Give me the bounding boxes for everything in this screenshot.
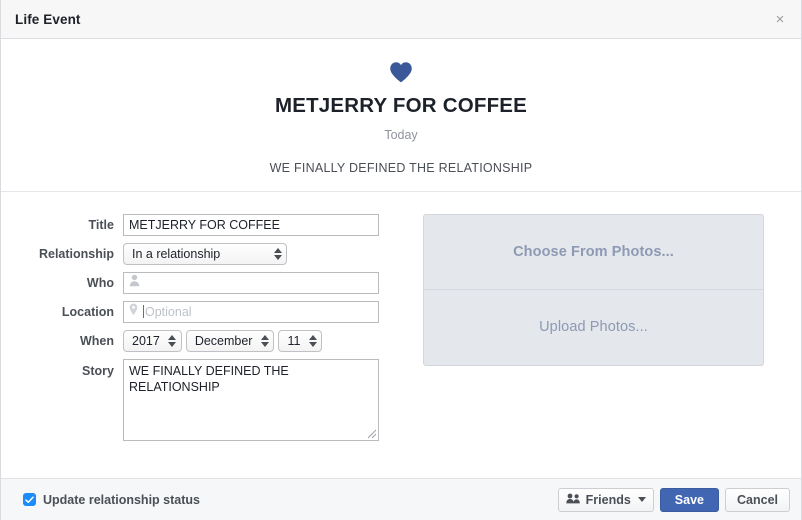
event-form: Title Relationship In a relationship Who xyxy=(23,213,405,478)
dialog-title: Life Event xyxy=(15,11,81,27)
cancel-button[interactable]: Cancel xyxy=(725,487,790,512)
text-cursor xyxy=(143,305,144,319)
dialog-body: Title Relationship In a relationship Who xyxy=(1,192,801,478)
audience-selector-button[interactable]: Friends xyxy=(557,487,654,512)
choose-from-photos-button[interactable]: Choose From Photos... xyxy=(424,215,763,291)
story-wrapper: WE FINALLY DEFINED THE RELATIONSHIP xyxy=(123,358,379,441)
story-label: Story xyxy=(82,363,114,378)
close-icon[interactable]: × xyxy=(769,8,791,30)
relationship-select[interactable]: In a relationship xyxy=(123,242,287,265)
title-label: Title xyxy=(88,217,114,232)
field-relationship: Relationship In a relationship xyxy=(23,242,405,265)
life-event-dialog: Life Event × METJERRY FOR COFFEE Today W… xyxy=(0,0,802,520)
heart-icon xyxy=(1,57,801,87)
when-day-value: 11 xyxy=(287,333,301,348)
field-story: Story WE FINALLY DEFINED THE RELATIONSHI… xyxy=(23,358,405,441)
field-when: When 2017 December 11 xyxy=(23,329,405,352)
checkbox-checked-icon xyxy=(23,493,36,506)
when-controls: 2017 December 11 xyxy=(123,329,323,352)
chevron-down-icon xyxy=(637,497,646,502)
person-icon xyxy=(129,274,140,292)
friends-icon xyxy=(565,493,581,507)
stepper-icon xyxy=(260,334,269,347)
field-location: Location Optional xyxy=(23,300,405,323)
update-relationship-status-checkbox[interactable]: Update relationship status xyxy=(23,493,200,507)
when-month-value: December xyxy=(194,333,253,348)
stepper-icon xyxy=(273,247,282,260)
location-input[interactable]: Optional xyxy=(123,300,379,323)
story-textarea[interactable]: WE FINALLY DEFINED THE RELATIONSHIP xyxy=(123,358,379,441)
event-story-preview: WE FINALLY DEFINED THE RELATIONSHIP xyxy=(269,160,533,175)
when-day-select[interactable]: 11 xyxy=(278,329,323,352)
location-placeholder: Optional xyxy=(145,304,192,319)
title-input[interactable] xyxy=(123,213,379,236)
upload-photos-button[interactable]: Upload Photos... xyxy=(424,290,763,365)
who-input[interactable] xyxy=(123,271,379,294)
who-label: Who xyxy=(86,275,114,290)
checkbox-label: Update relationship status xyxy=(43,492,200,507)
dialog-titlebar: Life Event × xyxy=(1,0,801,39)
relationship-label: Relationship xyxy=(38,246,114,261)
when-year-value: 2017 xyxy=(132,333,160,348)
when-month-select[interactable]: December xyxy=(185,329,275,352)
save-button[interactable]: Save xyxy=(659,487,719,512)
stepper-icon xyxy=(168,334,177,347)
field-who: Who xyxy=(23,271,405,294)
relationship-select-value: In a relationship xyxy=(132,246,221,261)
audience-label: Friends xyxy=(585,492,631,507)
when-label: When xyxy=(79,333,114,348)
dialog-footer: Update relationship status Friends Save … xyxy=(1,478,801,520)
event-date-preview: Today xyxy=(384,127,418,142)
location-label: Location xyxy=(61,304,114,319)
map-pin-icon xyxy=(129,303,138,321)
event-preview: METJERRY FOR COFFEE Today WE FINALLY DEF… xyxy=(1,39,801,192)
field-title: Title xyxy=(23,213,405,236)
stepper-icon xyxy=(308,334,317,347)
when-year-select[interactable]: 2017 xyxy=(123,329,182,352)
photo-panel: Choose From Photos... Upload Photos... xyxy=(423,213,764,366)
event-title-preview: METJERRY FOR COFFEE xyxy=(274,94,528,117)
footer-actions: Friends Save Cancel xyxy=(557,487,790,512)
